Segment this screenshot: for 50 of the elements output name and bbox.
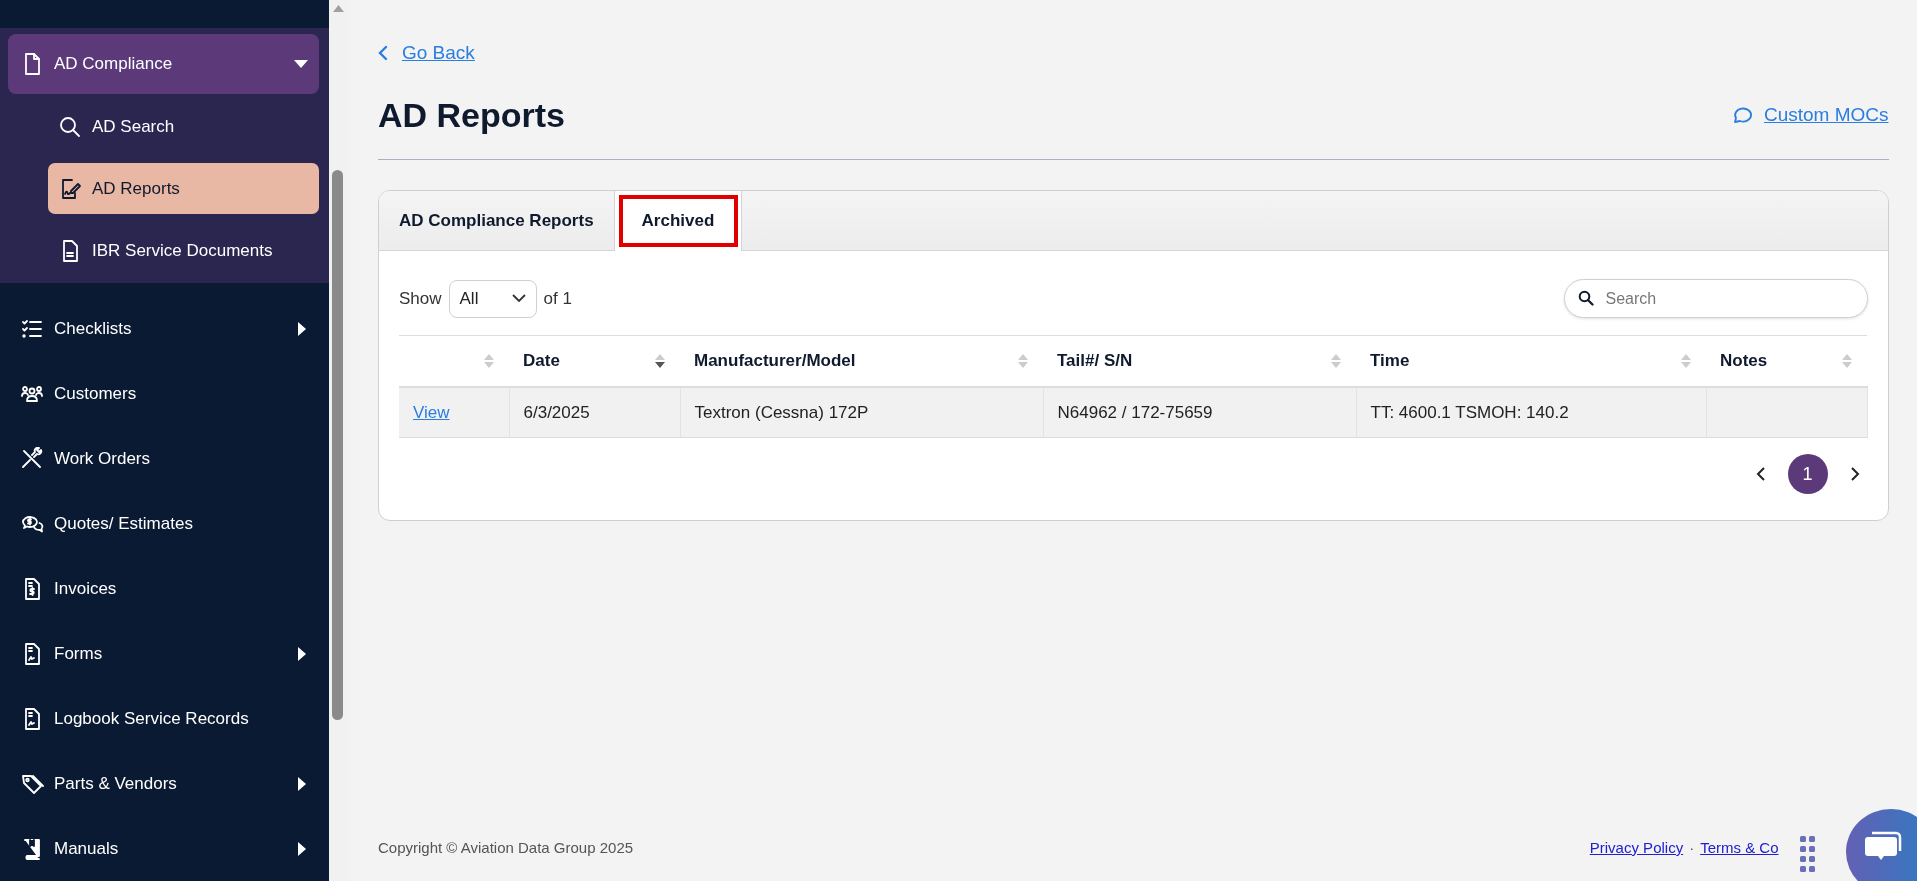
nav-item[interactable]: Customers xyxy=(0,361,329,427)
search-icon xyxy=(58,114,82,139)
link-separator: · xyxy=(1689,838,1695,856)
page-size-select[interactable]: All xyxy=(448,279,537,318)
nav-subitem[interactable]: AD Reports xyxy=(48,163,319,214)
nav-item[interactable]: Work Orders xyxy=(0,426,329,492)
page-button[interactable]: 1 xyxy=(1787,454,1828,494)
column-header[interactable]: Manufacturer/Model xyxy=(694,351,856,371)
nav-item[interactable]: Parts & Vendors xyxy=(0,751,329,817)
column-header[interactable]: Date xyxy=(523,351,560,371)
nav-item[interactable]: Forms xyxy=(0,621,329,687)
page-count: of 1 xyxy=(543,288,572,309)
column-header[interactable]: Tail#/ S/N xyxy=(1057,351,1133,371)
nav-item[interactable]: Logbook Service Records xyxy=(0,686,329,752)
custom-mocs-link[interactable]: Custom MOCs xyxy=(1763,104,1889,126)
caret-icon[interactable] xyxy=(297,321,307,338)
back-icon[interactable] xyxy=(378,45,388,61)
previous-page-icon[interactable] xyxy=(1755,466,1766,482)
search-field[interactable]: Search xyxy=(1563,279,1868,318)
drag-handle-icon[interactable] xyxy=(1799,835,1816,875)
nav-subitem[interactable]: AD Search xyxy=(48,101,319,152)
sort-icon[interactable] xyxy=(654,353,666,369)
tab[interactable]: AD Compliance Reports xyxy=(379,191,615,250)
column-header[interactable]: Time xyxy=(1370,351,1410,371)
caret-icon[interactable] xyxy=(297,840,307,857)
nav-item[interactable]: Checklists xyxy=(0,297,329,362)
footer-link[interactable]: Privacy Policy xyxy=(1589,838,1684,856)
copyright-text: Copyright © Aviation Data Group 2025 xyxy=(378,838,634,856)
table-cell: TT: 4600.1 TSMOH: 140.2 xyxy=(1370,402,1569,422)
view-link[interactable]: View xyxy=(413,402,450,422)
table-cell: N64962 / 172-75659 xyxy=(1057,402,1213,422)
table-cell: 6/3/2025 xyxy=(523,402,590,422)
nav-item[interactable]: Quotes/ Estimates xyxy=(0,491,329,557)
caret-icon[interactable] xyxy=(297,775,307,792)
speech-bubble-icon xyxy=(1731,105,1754,125)
page-title: AD Reports xyxy=(378,95,566,135)
table-cell: Textron (Cessna) 172P xyxy=(694,402,869,422)
footer-link[interactable]: Terms & Co xyxy=(1700,838,1779,856)
next-page-icon[interactable] xyxy=(1849,466,1860,482)
nav-subitem[interactable]: IBR Service Documents xyxy=(48,225,319,276)
column-header[interactable]: Notes xyxy=(1720,351,1768,371)
go-back-link[interactable]: Go Back xyxy=(402,42,475,64)
caret-icon[interactable] xyxy=(293,59,309,69)
caret-icon[interactable] xyxy=(297,645,307,662)
tab[interactable]: Archived xyxy=(614,191,743,251)
chevron-down-icon xyxy=(511,294,526,303)
show-label: Show xyxy=(399,288,442,309)
nav-item[interactable]: Invoices xyxy=(0,556,329,622)
nav-item[interactable]: Manuals xyxy=(0,816,329,881)
nav-item[interactable]: AD Compliance xyxy=(8,34,319,94)
